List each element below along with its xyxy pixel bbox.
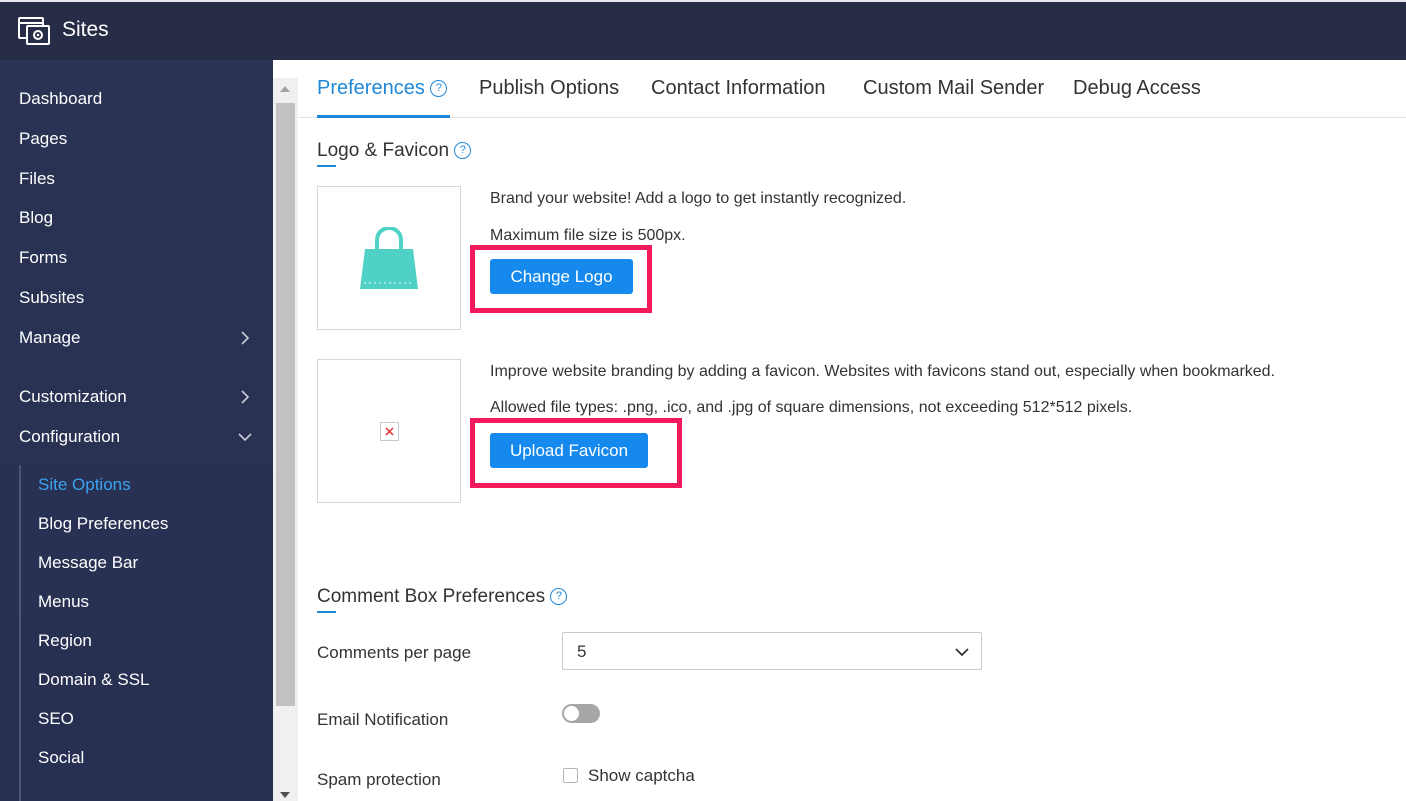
sites-logo-icon[interactable] bbox=[18, 16, 52, 46]
highlight-box bbox=[470, 418, 682, 488]
section-underline bbox=[317, 165, 336, 167]
sidebar-subitem-seo[interactable]: SEO bbox=[38, 709, 74, 729]
active-tab-indicator bbox=[317, 115, 450, 118]
email-notification-toggle[interactable] bbox=[562, 704, 600, 723]
sidebar-subitem-menus[interactable]: Menus bbox=[38, 592, 89, 612]
sidebar: Dashboard Pages Files Blog Forms Subsite… bbox=[0, 60, 273, 801]
comment-box-heading: Comment Box Preferences ? bbox=[317, 586, 568, 608]
sidebar-item-dashboard[interactable]: Dashboard bbox=[19, 89, 102, 109]
scroll-up-arrow-icon[interactable] bbox=[280, 86, 290, 92]
comments-per-page-select[interactable]: 5 bbox=[562, 632, 982, 670]
sidebar-subitem-message-bar[interactable]: Message Bar bbox=[38, 553, 138, 573]
tab-custom-mail-sender[interactable]: Custom Mail Sender bbox=[863, 77, 1044, 100]
tab-contact-information[interactable]: Contact Information bbox=[651, 77, 826, 100]
logo-size-text: Maximum file size is 500px. bbox=[490, 227, 686, 244]
tab-bar: Preferences ? Publish Options Contact In… bbox=[298, 60, 1406, 118]
help-icon[interactable]: ? bbox=[454, 142, 472, 159]
comments-per-page-label: Comments per page bbox=[317, 643, 472, 662]
section-underline bbox=[317, 611, 336, 613]
favicon-preview bbox=[317, 359, 461, 503]
sidebar-item-forms[interactable]: Forms bbox=[19, 248, 67, 268]
sidebar-subitem-region[interactable]: Region bbox=[38, 631, 92, 651]
sidebar-item-configuration[interactable]: Configuration bbox=[19, 427, 120, 447]
top-bar: Sites bbox=[0, 0, 1406, 60]
broken-image-icon bbox=[380, 422, 399, 441]
sidebar-subitem-domain-ssl[interactable]: Domain & SSL bbox=[38, 670, 150, 690]
sidebar-subitem-site-options[interactable]: Site Options bbox=[38, 475, 131, 495]
chevron-down-icon bbox=[955, 648, 969, 657]
sidebar-item-subsites[interactable]: Subsites bbox=[19, 288, 84, 308]
logo-description: Brand your website! Add a logo to get in… bbox=[490, 190, 907, 207]
shopping-bag-logo-icon bbox=[360, 227, 418, 289]
show-captcha-label[interactable]: Show captcha bbox=[588, 766, 695, 786]
sidebar-item-customization[interactable]: Customization bbox=[19, 387, 127, 407]
tab-preferences[interactable]: Preferences ? bbox=[317, 77, 448, 100]
sidebar-subitem-blog-preferences[interactable]: Blog Preferences bbox=[38, 514, 168, 534]
chevron-right-icon[interactable] bbox=[238, 331, 252, 345]
sidebar-item-blog[interactable]: Blog bbox=[19, 208, 53, 228]
help-icon[interactable]: ? bbox=[430, 80, 448, 97]
sidebar-item-pages[interactable]: Pages bbox=[19, 129, 67, 149]
email-notification-label: Email Notification bbox=[317, 710, 449, 729]
favicon-types-text: Allowed file types: .png, .ico, and .jpg… bbox=[490, 399, 1133, 416]
logo-favicon-heading: Logo & Favicon ? bbox=[317, 140, 472, 162]
select-value: 5 bbox=[577, 642, 587, 661]
scroll-down-arrow-icon[interactable] bbox=[280, 792, 290, 798]
chevron-right-icon[interactable] bbox=[238, 390, 252, 404]
sidebar-item-manage[interactable]: Manage bbox=[19, 328, 80, 348]
section-title-text: Logo & Favicon bbox=[317, 140, 450, 161]
logo-preview bbox=[317, 186, 461, 330]
submenu-rail bbox=[19, 465, 21, 801]
show-captcha-checkbox[interactable] bbox=[563, 768, 578, 783]
tab-publish-options[interactable]: Publish Options bbox=[479, 77, 619, 100]
tab-label: Preferences bbox=[317, 77, 425, 99]
chevron-down-icon[interactable] bbox=[238, 430, 252, 444]
app-title: Sites bbox=[62, 18, 109, 41]
highlight-box bbox=[470, 245, 652, 313]
section-title-text: Comment Box Preferences bbox=[317, 586, 546, 607]
toggle-knob bbox=[564, 706, 579, 721]
favicon-description: Improve website branding by adding a fav… bbox=[490, 363, 1276, 380]
tab-debug-access[interactable]: Debug Access bbox=[1073, 77, 1201, 100]
scrollbar-thumb[interactable] bbox=[276, 103, 295, 706]
sidebar-subitem-social[interactable]: Social bbox=[38, 748, 84, 768]
help-icon[interactable]: ? bbox=[550, 588, 568, 605]
sidebar-item-files[interactable]: Files bbox=[19, 169, 55, 189]
spam-protection-label: Spam protection bbox=[317, 770, 441, 789]
